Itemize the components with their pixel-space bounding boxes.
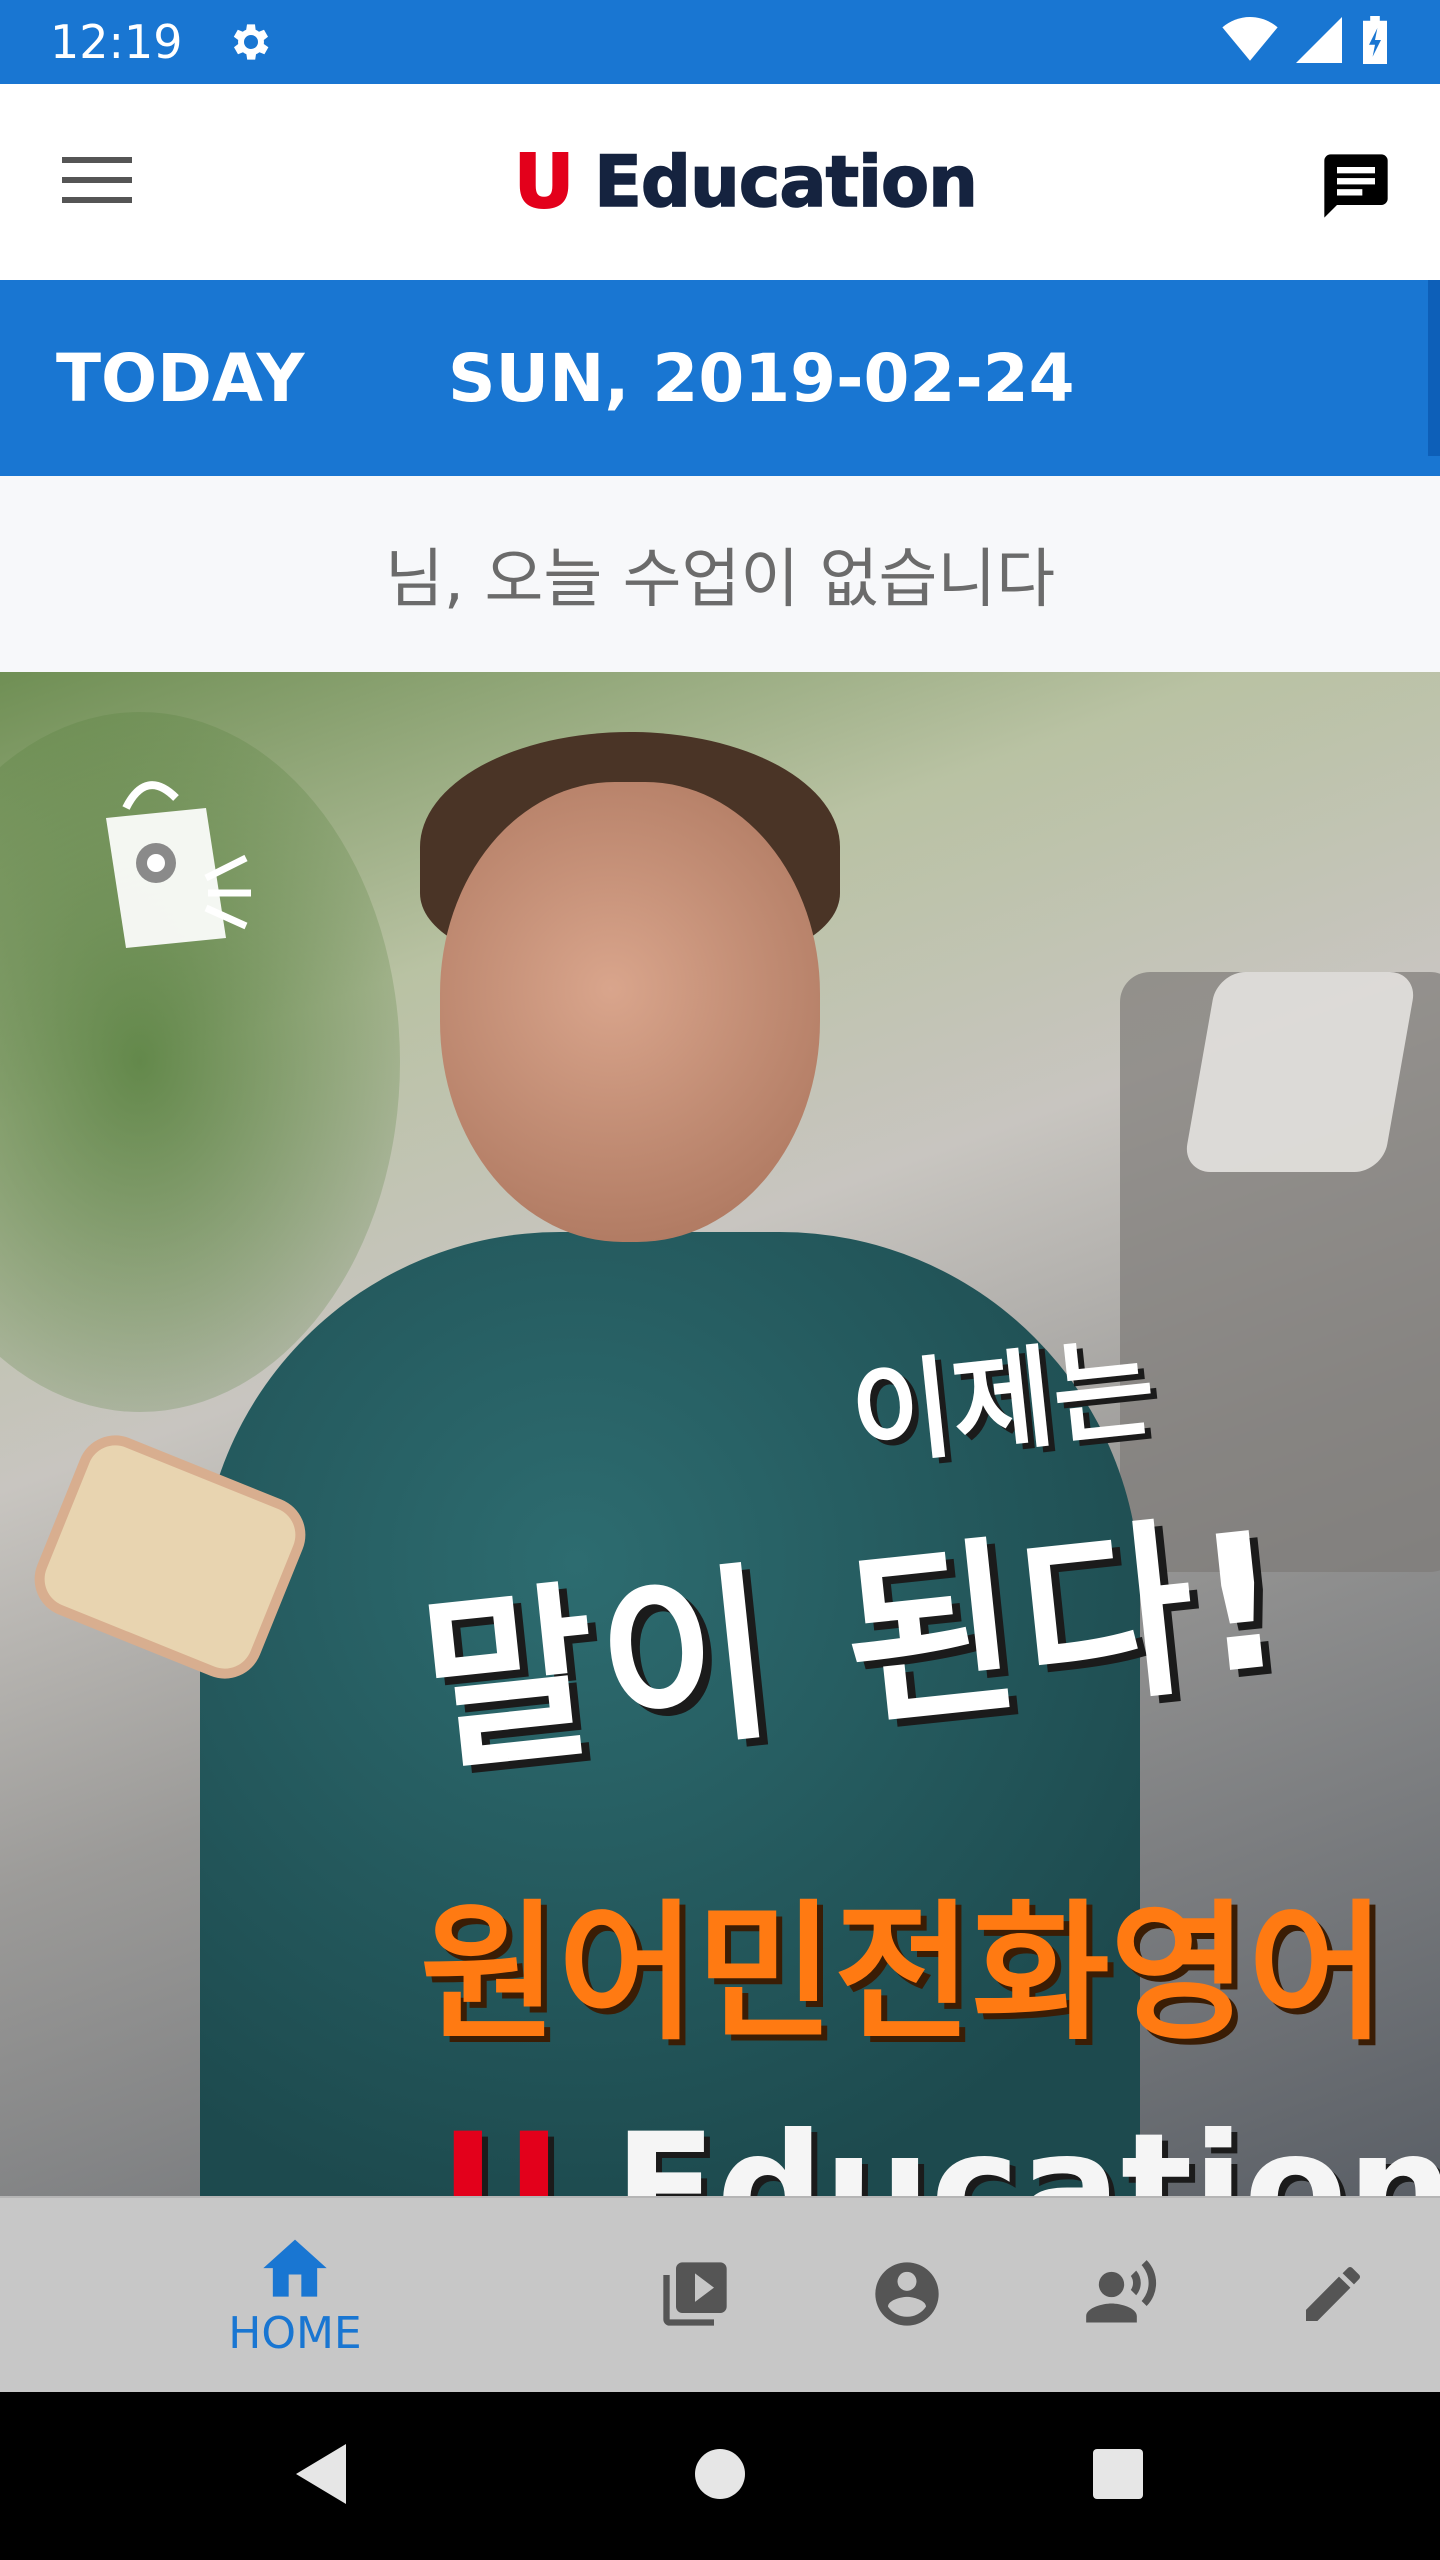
home-circle-icon [693,2447,747,2506]
nav-account[interactable] [842,2198,972,2394]
nav-video-library[interactable] [630,2198,760,2394]
bottom-navigation: HOME [0,2196,1440,2392]
system-recents-button[interactable] [1076,2434,1160,2518]
screen: 12:19 U Education TODAY SUN, 2019-02-24 … [0,0,1440,2560]
nav-voice[interactable] [1056,2198,1186,2394]
record-voice-icon [1081,2256,1161,2337]
nav-home[interactable]: HOME [200,2198,390,2394]
battery-icon [1360,15,1390,69]
system-back-button[interactable] [280,2434,364,2518]
home-icon [257,2233,333,2302]
today-label: TODAY [56,339,305,417]
nav-home-label: HOME [228,2308,362,2359]
edit-pencil-icon [1297,2258,1369,2335]
shopping-bag-speaker-icon [86,768,256,958]
chat-button[interactable] [1310,142,1402,234]
app-logo: U Education [513,138,979,226]
message-text: 님, 오늘 수업이 없습니다 [384,543,1056,617]
date-bar: TODAY SUN, 2019-02-24 [0,280,1440,476]
promo-banner[interactable]: 이제는 말이 된다! 원어민전화영어 U Education [0,672,1440,2196]
video-library-icon [657,2256,733,2337]
logo-text: Education [593,140,978,224]
promo-line3: 원어민전화영어 [420,1887,1387,2061]
account-circle-icon [869,2256,945,2337]
banner-lamp [1182,972,1418,1172]
recents-icon [1091,2447,1145,2506]
wifi-icon [1222,16,1278,68]
current-date: SUN, 2019-02-24 [448,339,1075,417]
gear-icon [227,18,275,66]
hamburger-menu-icon [62,155,132,210]
system-home-button[interactable] [678,2434,762,2518]
chat-message-icon [1318,148,1394,229]
promo-line1: 이제는 [845,1322,1161,1482]
promo-brand: U Education [440,2102,1440,2196]
status-bar: 12:19 [0,0,1440,84]
logo-u: U [513,138,575,226]
status-time: 12:19 [50,15,183,69]
promo-brand-u: U [440,2102,562,2196]
signal-icon [1296,16,1342,68]
status-icons [1222,15,1390,69]
back-icon [292,2442,352,2511]
nav-edit[interactable] [1268,2198,1398,2394]
scroll-indicator [1428,280,1440,456]
no-class-message: 님, 오늘 수업이 없습니다 [0,476,1440,672]
banner-person-head [440,782,820,1242]
promo-brand-text: Education [614,2102,1440,2196]
system-navigation-bar [0,2392,1440,2560]
menu-button[interactable] [52,150,142,214]
app-bar: U Education [0,84,1440,280]
